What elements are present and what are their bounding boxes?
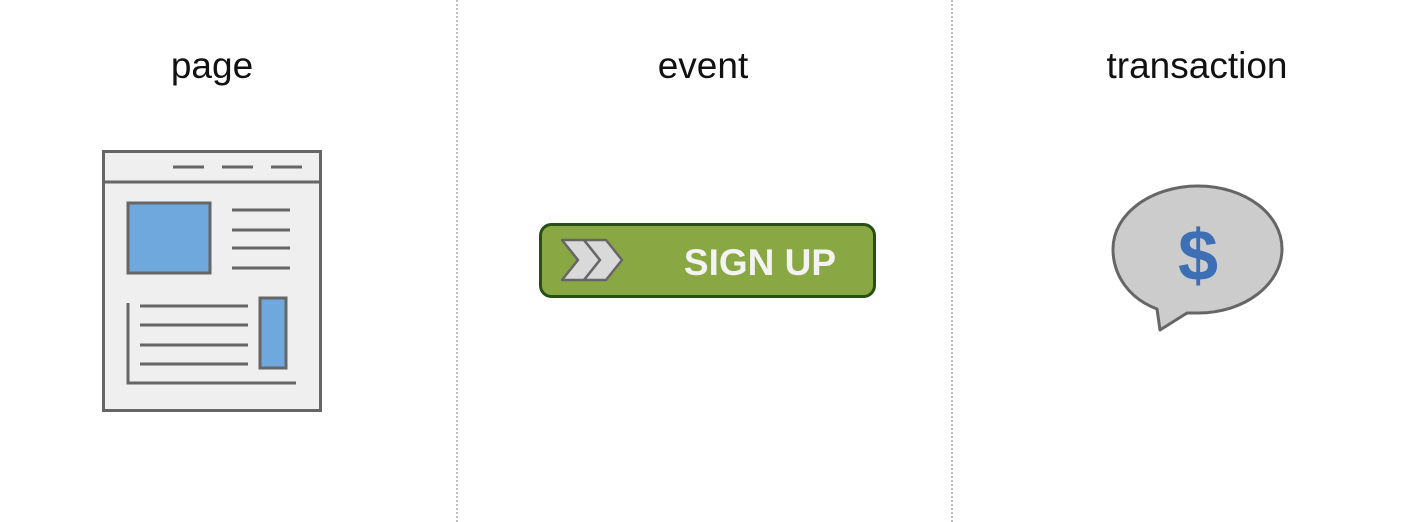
dollar-speech-bubble-icon: $ (1111, 184, 1284, 332)
web-page-icon (102, 150, 322, 412)
diagram-canvas: page event SIGN UP transaction $ (0, 0, 1405, 522)
column-divider-left (456, 0, 458, 522)
transaction-column-title: transaction (1106, 45, 1288, 86)
page-column-title: page (170, 45, 254, 86)
column-divider-right (951, 0, 953, 522)
sign-up-button-icon: SIGN UP (539, 223, 876, 298)
image-placeholder (126, 201, 212, 275)
event-column-title: event (657, 45, 749, 86)
page-frame (102, 150, 322, 412)
sign-up-label: SIGN UP (684, 242, 836, 283)
dollar-symbol: $ (1178, 216, 1218, 296)
sidebar-placeholder (258, 296, 288, 370)
